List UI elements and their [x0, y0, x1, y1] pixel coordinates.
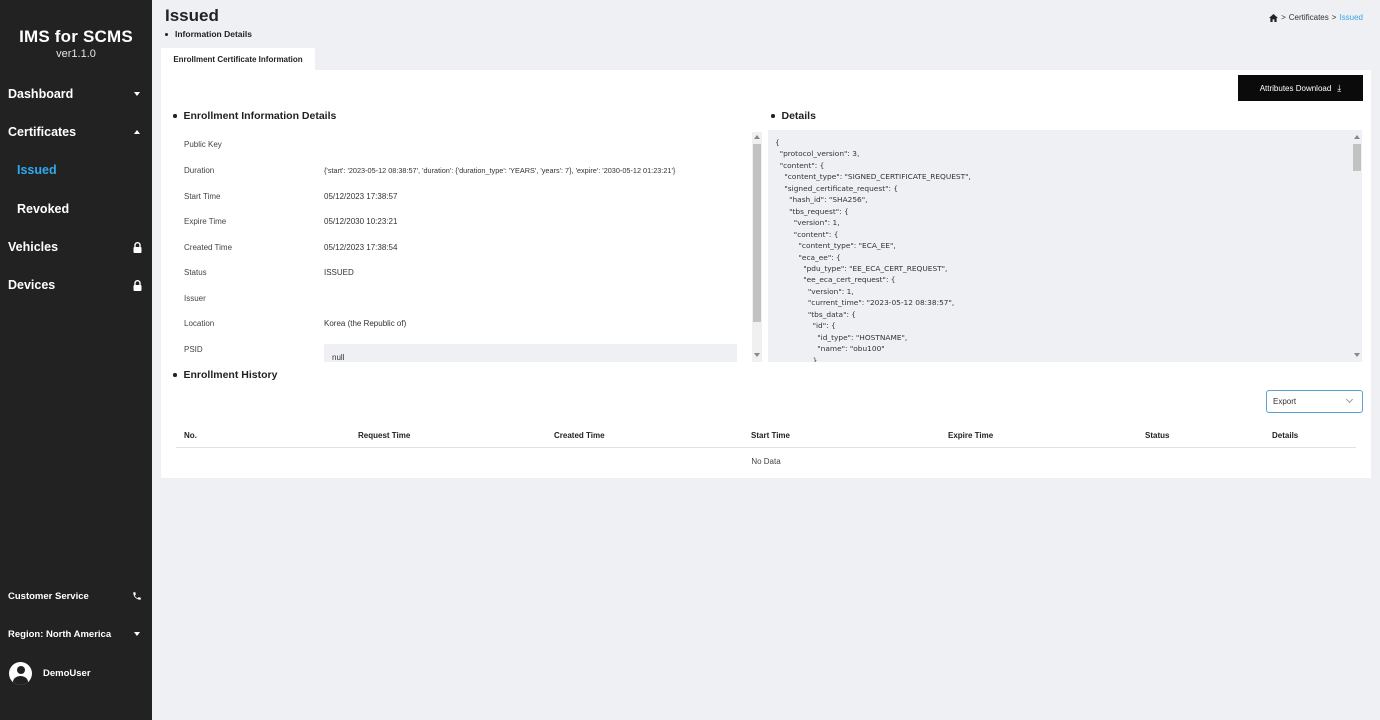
breadcrumb-separator-icon: >: [1281, 13, 1286, 22]
details-json-viewer[interactable]: { "protocol_version": 3, "content": { "c…: [768, 130, 1362, 362]
details-scrollbar[interactable]: [1352, 132, 1362, 362]
user-menu[interactable]: DemoUser: [0, 660, 152, 686]
customer-service-label: Customer Service: [8, 590, 89, 602]
field-label-status: Status: [184, 268, 207, 277]
region-label: Region: North America: [8, 628, 112, 640]
field-value-start-time: 05/12/2023 17:38:57: [324, 192, 398, 201]
field-label-location: Location: [184, 319, 215, 328]
column-header-status[interactable]: Status: [1145, 431, 1169, 440]
scroll-thumb[interactable]: [1353, 144, 1361, 171]
breadcrumb-separator-icon: >: [1331, 13, 1337, 22]
field-label-psid: PSID: [184, 345, 203, 354]
sidebar-item-certificates[interactable]: Certificates: [0, 117, 152, 147]
enrollment-history-title: Enrollment History: [173, 369, 277, 381]
app-title: IMS for SCMS: [19, 27, 133, 46]
enrollment-history-title-text: Enrollment History: [183, 369, 278, 381]
field-value-created-time: 05/12/2023 17:38:54: [324, 243, 398, 252]
avatar-icon: [9, 661, 32, 685]
details-title-text: Details: [781, 110, 816, 122]
sidebar-item-revoked[interactable]: Revoked: [0, 194, 152, 224]
breadcrumb: > Certificates > Issued: [1269, 13, 1363, 22]
bullet-icon: [173, 373, 177, 377]
tab-enrollment-certificate-information[interactable]: Enrollment Certificate Information: [161, 48, 315, 71]
lock-icon: [133, 279, 141, 291]
enrollment-info-title: Enrollment Information Details: [173, 110, 336, 122]
bullet-icon: [173, 114, 177, 118]
info-scrollbar[interactable]: [752, 132, 762, 362]
column-header-created-time[interactable]: Created Time: [554, 431, 605, 440]
bullet-icon: [165, 32, 168, 36]
sidebar-item-issued[interactable]: Issued: [0, 155, 152, 185]
phone-icon: [133, 592, 141, 600]
download-button-label: Attributes Download: [1259, 83, 1332, 93]
psid-value-box: null: [324, 344, 737, 362]
page-subtitle: Information Details: [165, 29, 252, 39]
field-label-start-time: Start Time: [184, 192, 221, 201]
column-header-expire-time[interactable]: Expire Time: [948, 431, 993, 440]
column-header-start-time[interactable]: Start Time: [751, 431, 790, 440]
sidebar-item-devices[interactable]: Devices: [0, 270, 152, 300]
main-panel: Attributes Download ⤓ Enrollment Informa…: [161, 70, 1371, 478]
page-title: Issued: [165, 6, 219, 25]
details-json-text: { "protocol_version": 3, "content": { "c…: [775, 138, 971, 362]
column-header-details: Details: [1272, 431, 1299, 440]
sidebar-item-vehicles[interactable]: Vehicles: [0, 232, 152, 262]
sidebar-item-label: Vehicles: [8, 240, 59, 254]
breadcrumb-certificates[interactable]: Certificates: [1289, 13, 1329, 22]
username: DemoUser: [43, 667, 91, 679]
field-value-status: ISSUED: [324, 268, 354, 277]
chevron-down-icon: [134, 632, 140, 636]
sidebar-item-label: Revoked: [17, 202, 70, 216]
details-title: Details: [771, 110, 816, 122]
field-label-duration: Duration: [184, 166, 215, 175]
scroll-up-icon[interactable]: [754, 135, 760, 139]
export-select-value: Export: [1273, 397, 1297, 406]
scroll-up-icon[interactable]: [1354, 135, 1360, 139]
sidebar-item-dashboard[interactable]: Dashboard: [0, 79, 152, 109]
scroll-down-icon[interactable]: [754, 353, 760, 357]
enrollment-info-title-text: Enrollment Information Details: [183, 110, 337, 122]
region-selector[interactable]: Region: North America: [0, 622, 152, 646]
chevron-down-icon: [134, 92, 140, 96]
app-version: ver1.1.0: [56, 48, 96, 60]
sidebar-item-label: Certificates: [8, 125, 77, 139]
chevron-down-icon: [1345, 395, 1354, 404]
page-subtitle-text: Information Details: [175, 29, 252, 39]
column-header-no: No.: [184, 431, 197, 440]
sidebar-item-label: Devices: [8, 278, 56, 292]
lock-icon: [133, 241, 141, 253]
attributes-download-button[interactable]: Attributes Download ⤓: [1238, 75, 1363, 101]
field-label-created-time: Created Time: [184, 243, 233, 252]
column-header-request-time[interactable]: Request Time: [358, 431, 410, 440]
field-label-expire-time: Expire Time: [184, 217, 227, 226]
table-empty-state: No Data: [751, 457, 781, 466]
scroll-thumb[interactable]: [753, 144, 761, 322]
customer-service-link[interactable]: Customer Service: [0, 584, 152, 608]
table-header-divider: [176, 447, 1356, 448]
field-label-public-key: Public Key: [184, 140, 222, 149]
sidebar-item-label: Issued: [17, 163, 57, 177]
home-icon[interactable]: [1269, 13, 1279, 22]
field-value-location: Korea (the Republic of): [324, 319, 407, 328]
breadcrumb-current: Issued: [1339, 13, 1363, 22]
chevron-up-icon: [134, 130, 140, 134]
sidebar: IMS for SCMS ver1.1.0 Dashboard Certific…: [0, 0, 152, 720]
field-label-issuer: Issuer: [184, 294, 206, 303]
export-select[interactable]: Export: [1266, 390, 1363, 413]
field-value-expire-time: 05/12/2030 10:23:21: [324, 217, 398, 226]
download-icon: ⤓: [1337, 82, 1342, 93]
bullet-icon: [771, 114, 775, 118]
scroll-down-icon[interactable]: [1354, 353, 1360, 357]
field-value-duration: {'start': '2023-05-12 08:38:57', 'durati…: [324, 166, 676, 175]
sidebar-item-label: Dashboard: [8, 87, 74, 101]
brand: IMS for SCMS ver1.1.0: [0, 27, 152, 60]
field-value-psid: null: [332, 353, 345, 362]
